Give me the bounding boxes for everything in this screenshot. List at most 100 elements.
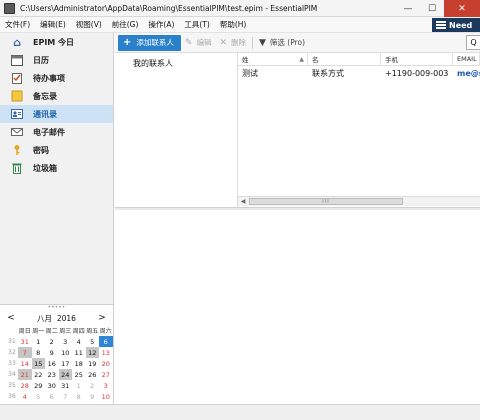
calendar-day[interactable]: 2 [45, 336, 59, 347]
sidebar-item-label: 通讯录 [33, 109, 57, 119]
calendar-day[interactable]: 3 [59, 336, 73, 347]
menu-help[interactable]: 帮助(H) [215, 19, 252, 30]
calendar-day[interactable]: 2 [86, 380, 100, 391]
calendar-day[interactable]: 8 [72, 391, 86, 402]
calendar-day[interactable]: 17 [59, 358, 73, 369]
calendar-day[interactable]: 10 [59, 347, 73, 358]
horizontal-scrollbar[interactable]: ◀ III [238, 196, 480, 206]
minimize-button[interactable]: — [396, 0, 420, 17]
calendar-grid: 周日 周一 周二 周三 周四 周五 周六 31 31 1 2 3 4 5 6 32 7 8 9 10 11 12 13 33 1… [6, 325, 113, 402]
column-header-first-name[interactable]: 名 [308, 53, 381, 65]
menu-file[interactable]: 文件(F) [0, 19, 35, 30]
add-contact-button[interactable]: + 添加联系人 [118, 34, 181, 51]
week-number: 33 [8, 360, 16, 367]
calendar-day[interactable]: 30 [45, 380, 59, 391]
delete-button[interactable]: ✕ 删除 [215, 35, 250, 51]
need-button-label: Need [449, 20, 473, 30]
calendar-day[interactable]: 14 [18, 358, 32, 369]
sidebar-item-calendar[interactable]: 日历 [0, 51, 113, 69]
sidebar-item-contacts[interactable]: 通讯录 [0, 105, 113, 123]
calendar-day[interactable]: 28 [18, 380, 32, 391]
calendar-day[interactable]: 9 [45, 347, 59, 358]
calendar-day[interactable]: 31 [59, 380, 73, 391]
sidebar-item-trash[interactable]: 垃圾箱 [0, 159, 113, 177]
calendar-day[interactable]: 6 [99, 336, 113, 347]
calendar-day[interactable]: 8 [32, 347, 46, 358]
calendar-day[interactable]: 1 [32, 336, 46, 347]
calendar-year[interactable]: 2016 [57, 314, 76, 323]
calendar-day[interactable]: 24 [58, 369, 72, 380]
calendar-day[interactable]: 15 [31, 358, 45, 369]
sort-arrow-icon: ▲ [299, 55, 304, 63]
status-bar [0, 404, 480, 420]
calendar-day[interactable]: 27 [99, 369, 113, 380]
title-bar: C:\Users\Administrator\AppData\Roaming\E… [0, 0, 480, 17]
table-row[interactable]: 测试 联系方式 +1190-009-003 me@s [238, 66, 480, 81]
calendar-day[interactable]: 6 [45, 391, 59, 402]
add-contact-label: 添加联系人 [136, 38, 174, 47]
calendar-day[interactable]: 16 [45, 358, 59, 369]
edit-label: 编辑 [196, 38, 212, 47]
calendar-day[interactable]: 7 [18, 347, 32, 358]
column-header-last-name[interactable]: 姓 ▲ [238, 53, 308, 65]
edit-button[interactable]: ✎ 编辑 [181, 35, 216, 51]
calendar-day[interactable]: 19 [86, 358, 100, 369]
weekday-header: 周一 [32, 328, 45, 335]
sidebar-item-notes[interactable]: 备忘录 [0, 87, 113, 105]
group-my-contacts[interactable]: 我的联系人 [115, 53, 237, 69]
calendar-day[interactable]: 5 [32, 391, 46, 402]
column-header-mobile[interactable]: 手机 [381, 53, 453, 65]
table-header: 姓 ▲ 名 手机 EMAIL [238, 53, 480, 66]
calendar-day[interactable]: 10 [99, 391, 113, 402]
need-button[interactable]: Need [432, 18, 480, 32]
todo-icon [10, 71, 24, 85]
calendar-day[interactable]: 4 [18, 391, 32, 402]
close-button[interactable]: ✕ [444, 0, 480, 17]
calendar-day[interactable]: 23 [45, 369, 59, 380]
sidebar-item-today[interactable]: ⌂ EPIM 今日 [0, 33, 113, 51]
calendar-day[interactable]: 3 [99, 380, 113, 391]
maximize-button[interactable]: ☐ [420, 0, 444, 17]
menu-view[interactable]: 视图(V) [71, 19, 107, 30]
mini-calendar: ••••• < 八月 2016 > 周日 周一 周二 周三 周四 周五 周六 31 31 1 2 3 4… [0, 304, 114, 404]
calendar-day[interactable]: 1 [72, 380, 86, 391]
next-month-button[interactable]: > [97, 313, 107, 323]
calendar-day[interactable]: 9 [86, 391, 100, 402]
calendar-day[interactable]: 29 [32, 380, 46, 391]
calendar-day[interactable]: 5 [86, 336, 100, 347]
calendar-day[interactable]: 13 [99, 347, 113, 358]
weekday-header: 周日 [18, 328, 31, 335]
column-header-email[interactable]: EMAIL [453, 53, 480, 65]
calendar-day[interactable]: 25 [72, 369, 86, 380]
sidebar-item-email[interactable]: 电子邮件 [0, 123, 113, 141]
menu-go[interactable]: 前往(G) [107, 19, 144, 30]
calendar-day[interactable]: 26 [86, 369, 100, 380]
scrollbar-thumb[interactable]: III [249, 198, 403, 205]
calendar-day[interactable]: 18 [72, 358, 86, 369]
app-icon [4, 2, 15, 14]
calendar-day[interactable]: 31 [18, 336, 32, 347]
sidebar-item-passwords[interactable]: 密码 [0, 141, 113, 159]
window-controls: — ☐ ✕ [396, 0, 480, 17]
calendar-day[interactable]: 7 [59, 391, 73, 402]
filter-button[interactable]: ▼ 筛选 (Pro) [255, 35, 309, 51]
calendar-day[interactable]: 22 [32, 369, 46, 380]
calendar-day[interactable]: 21 [18, 369, 32, 380]
calendar-month[interactable]: 八月 [37, 314, 52, 323]
scroll-left-icon[interactable]: ◀ [238, 198, 248, 205]
sidebar-item-tasks[interactable]: 待办事项 [0, 69, 113, 87]
prev-month-button[interactable]: < [6, 313, 16, 323]
key-icon [10, 143, 24, 157]
calendar-day[interactable]: 20 [99, 358, 113, 369]
cell-first-name: 联系方式 [312, 69, 344, 78]
menu-actions[interactable]: 操作(A) [143, 19, 179, 30]
calendar-day[interactable]: 4 [72, 336, 86, 347]
menu-edit[interactable]: 编辑(E) [35, 19, 71, 30]
cell-email[interactable]: me@s [453, 66, 480, 81]
contact-detail-pane [115, 210, 480, 404]
calendar-day[interactable]: 11 [72, 347, 86, 358]
calendar-day[interactable]: 12 [85, 347, 99, 358]
menu-tools[interactable]: 工具(T) [179, 19, 214, 30]
search-input[interactable]: Q [466, 35, 480, 50]
contacts-icon [10, 107, 24, 121]
